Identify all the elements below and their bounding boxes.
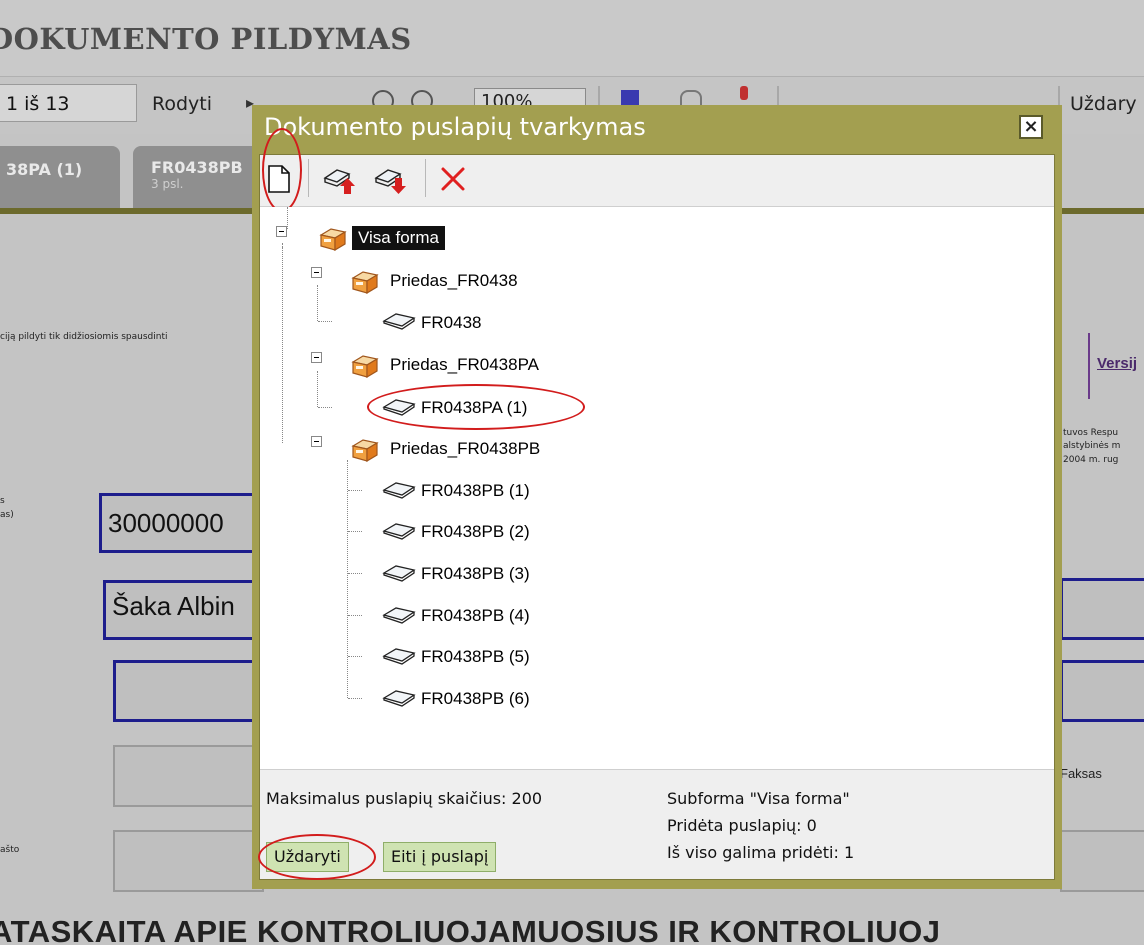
side-note: 2004 m. rug [1063, 455, 1119, 465]
version-divider [1088, 333, 1090, 399]
page-icon [382, 689, 416, 707]
app-header: DOKUMENTO PILDYMAS [0, 0, 1144, 76]
email-field-right[interactable] [1060, 830, 1144, 892]
page-icon [382, 606, 416, 624]
can-add-text: Iš viso galima pridėti: 1 [667, 843, 855, 862]
phone-field[interactable] [113, 745, 264, 807]
instruction-text: ciją pildyti tik didžiosiomis spausdinti [0, 332, 168, 342]
name-value: Šaka Albin [112, 591, 235, 621]
show-label[interactable]: Rodyti [152, 93, 212, 115]
move-up-icon[interactable] [322, 164, 358, 198]
code-field[interactable]: 30000000 [99, 493, 264, 553]
tree-page[interactable]: FR0438PB (4) [421, 606, 530, 626]
tree-connector [318, 321, 332, 322]
field-label: as) [0, 510, 14, 520]
max-pages-text: Maksimalus puslapių skaičius: 200 [266, 789, 543, 808]
folder-icon [350, 350, 380, 379]
tab-label: FR0438PB [151, 158, 243, 177]
tree-group[interactable]: Priedas_FR0438PA [390, 355, 539, 375]
tree-page[interactable]: FR0438PB (2) [421, 522, 530, 542]
goto-page-button[interactable]: Eiti į puslapį [383, 842, 497, 872]
folder-icon [350, 266, 380, 295]
tab-label: 38PA (1) [6, 160, 83, 179]
tab-fr0438pb[interactable]: FR0438PB 3 psl. [133, 146, 263, 208]
toolbar-separator [308, 159, 309, 197]
added-pages-text: Pridėta puslapių: 0 [667, 816, 817, 835]
name-field-right[interactable] [1060, 578, 1144, 640]
toolbar-separator [425, 159, 426, 197]
tab-fr0438pa[interactable]: 38PA (1) [0, 146, 120, 208]
move-down-icon[interactable] [373, 164, 409, 198]
dialog-footer [260, 769, 1054, 879]
tree-connector [348, 615, 362, 616]
tree-page[interactable]: FR0438PB (5) [421, 647, 530, 667]
version-link[interactable]: Versij [1097, 355, 1137, 372]
dialog-title: Dokumento puslapių tvarkymas [264, 113, 646, 141]
tree-page[interactable]: FR0438PB (1) [421, 481, 530, 501]
tree-page[interactable]: FR0438PB (6) [421, 689, 530, 709]
page-icon [382, 312, 416, 330]
tree-connector [317, 285, 318, 321]
tree-connector [348, 656, 362, 657]
folder-icon [350, 434, 380, 463]
app-title: DOKUMENTO PILDYMAS [0, 22, 412, 56]
delete-icon[interactable] [440, 166, 466, 192]
tree-page[interactable]: FR0438 [421, 313, 481, 333]
name-field[interactable]: Šaka Albin [103, 580, 264, 640]
tree-root[interactable]: Visa forma [352, 226, 445, 250]
annotation-ellipse [258, 834, 376, 880]
annotation-ellipse [367, 384, 585, 430]
close-app-link[interactable]: Uždary [1070, 93, 1137, 115]
collapse-toggle[interactable] [311, 352, 322, 363]
address-field[interactable] [113, 660, 264, 722]
field-label: s [0, 496, 5, 506]
email-field[interactable] [113, 830, 264, 892]
collapse-toggle[interactable] [311, 436, 322, 447]
tree-connector [282, 247, 283, 443]
page-icon [382, 481, 416, 499]
folder-icon [318, 223, 348, 252]
page-icon [382, 522, 416, 540]
pin-icon[interactable] [740, 86, 748, 100]
side-note: alstybinės m [1063, 441, 1121, 451]
fax-label: Faksas [1060, 766, 1102, 781]
tree-connector [348, 531, 362, 532]
tree-page[interactable]: FR0438PB (3) [421, 564, 530, 584]
code-value: 30000000 [108, 508, 224, 538]
tree-connector [287, 207, 288, 229]
tree-group[interactable]: Priedas_FR0438 [390, 271, 518, 291]
collapse-toggle[interactable] [276, 226, 287, 237]
side-note: tuvos Respu [1063, 428, 1119, 438]
annotation-ellipse [262, 128, 302, 212]
tree-connector [348, 490, 362, 491]
field-label: ašto [0, 845, 20, 855]
subform-text: Subforma "Visa forma" [667, 789, 850, 808]
close-icon[interactable]: × [1019, 115, 1043, 139]
tree-connector [318, 407, 332, 408]
page-indicator[interactable]: 1 iš 13 [0, 84, 137, 122]
tree-connector [348, 698, 362, 699]
address-field-right[interactable] [1060, 660, 1144, 722]
page-icon [382, 564, 416, 582]
tree-group[interactable]: Priedas_FR0438PB [390, 439, 540, 459]
page-icon [382, 647, 416, 665]
tree-connector [347, 460, 348, 698]
tab-sublabel: 3 psl. [151, 177, 184, 191]
tree-connector [317, 371, 318, 407]
collapse-toggle[interactable] [311, 267, 322, 278]
tree-connector [348, 573, 362, 574]
